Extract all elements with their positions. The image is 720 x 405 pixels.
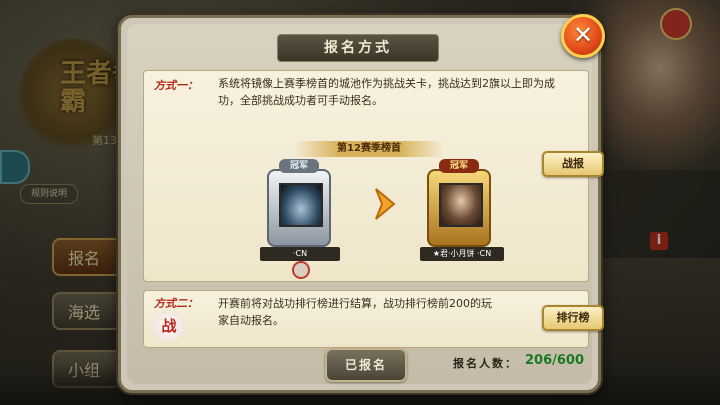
battle-seal-icon: 战 [152, 309, 186, 343]
car-avatar-icon [279, 183, 323, 227]
signed-up-button[interactable]: 已报名 [325, 348, 407, 382]
method-one-tag: 方式一： [154, 79, 198, 92]
ranking-button[interactable]: 排行榜 [542, 305, 604, 331]
champion-name: ★君·小月饼 ·CN [420, 247, 504, 261]
method-two-panel: 方式二： 战 开赛前将对战功排行榜进行结算，战功排行榜前200的玩 家自动报名。… [143, 290, 604, 348]
challenger-frame: 冠军 [267, 159, 331, 247]
challenger-name: ·CN [260, 247, 340, 261]
dialog-title-bar: 报名方式 [277, 34, 439, 62]
signup-method-dialog: 报名方式 方式一： 系统将镜像上赛季榜首的城池作为挑战关卡，挑战达到2旗以上即为… [118, 15, 604, 393]
method-one-panel: 方式一： 系统将镜像上赛季榜首的城池作为挑战关卡，挑战达到2旗以上即为成 功，全… [143, 70, 604, 282]
gold-frame-crown: 冠军 [439, 159, 479, 173]
dialog-title: 报名方式 [324, 40, 392, 56]
champion-frame: 冠军 [427, 159, 491, 247]
battle-report-button[interactable]: 战报 [542, 151, 604, 177]
method-one-text-line2: 功，全部挑战成功者可手动报名。 [218, 94, 383, 107]
season-champion-banner: 第12赛季榜首 [294, 141, 444, 157]
signup-count-label: 报名人数： [453, 357, 518, 370]
chevron-right-icon [375, 188, 396, 220]
medal-icon [292, 261, 310, 279]
close-button[interactable]: ✕ [561, 14, 605, 58]
signup-count-value: 206/600 [525, 353, 585, 368]
silver-frame-crown: 冠军 [279, 159, 319, 173]
method-two-tag: 方式二： [154, 297, 198, 310]
champion-avatar-icon [439, 183, 483, 227]
method-two-text-line1: 开赛前将对战功排行榜进行结算，战功排行榜前200的玩 [218, 297, 492, 310]
method-two-text-line2: 家自动报名。 [218, 314, 284, 327]
dialog-body: 报名方式 方式一： 系统将镜像上赛季榜首的城池作为挑战关卡，挑战达到2旗以上即为… [127, 24, 604, 384]
method-one-text-line1: 系统将镜像上赛季榜首的城池作为挑战关卡，挑战达到2旗以上即为成 [218, 77, 555, 90]
close-icon: ✕ [572, 21, 594, 49]
